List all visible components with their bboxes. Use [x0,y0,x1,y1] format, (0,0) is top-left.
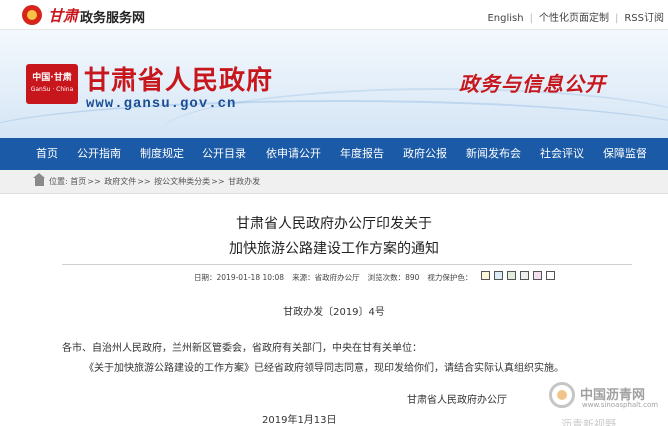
article-meta: 日期：2019-01-18 10:08 来源：省政府办公厅 浏览次数：890 视力保护… [194,272,472,283]
title-divider [62,264,632,265]
english-link[interactable]: English [487,13,523,24]
color-swatch[interactable] [546,271,555,280]
site-banner: 中国·甘肃 GanSu · China 甘肃省人民政府 www.gansu.go… [0,30,668,138]
breadcrumb-by-type[interactable]: 按公文种类分类 [154,177,210,186]
view-count: 浏览次数：890 [367,273,420,282]
watermark: 中国沥青网 www.sinoasphalt.com 沥青新视野 [549,372,668,426]
sign-date: 2019年1月13日 [262,415,337,426]
nav-item-home[interactable]: 首页 [36,138,58,170]
color-swatch[interactable] [533,271,542,280]
home-icon [33,173,45,186]
article-title-line1: 甘肃省人民政府办公厅印发关于 [236,216,432,232]
nav-item-catalog[interactable]: 公开目录 [202,138,246,170]
color-swatch[interactable] [494,271,503,280]
breadcrumb-separator: >> [87,177,101,186]
breadcrumb-home[interactable]: 首页 [70,177,86,186]
gansu-china-logo[interactable]: 中国·甘肃 GanSu · China [26,64,78,104]
color-swatch[interactable] [507,271,516,280]
main-nav: 首页 公开指南 制度规定 公开目录 依申请公开 年度报告 政府公报 新闻发布会 … [0,138,668,170]
site-calligraphy-logo[interactable]: 甘肃 [48,5,78,26]
breadcrumb-trail: 位置: 首页>> 政府文件>> 按公文种类分类>> 甘政办发 [49,176,260,187]
color-swatch[interactable] [520,271,529,280]
rss-link[interactable]: RSS订阅 [624,9,664,24]
breadcrumb-separator: >> [211,177,225,186]
national-emblem-icon [22,5,42,25]
nav-item-supervision[interactable]: 保障监督 [603,138,647,170]
nav-item-application[interactable]: 依申请公开 [266,138,321,170]
eye-protection-label: 视力保护色： [427,273,473,282]
logo-subtext: GanSu · China [30,86,74,93]
article-paragraph: 各市、自治州人民政府，兰州新区管委会，省政府有关部门，中央在甘有关单位： [62,343,422,354]
government-title[interactable]: 甘肃省人民政府 [84,60,273,97]
nav-item-press-conference[interactable]: 新闻发布会 [466,138,521,170]
banner-slogan: 政务与信息公开 [459,72,606,96]
nav-item-guide[interactable]: 公开指南 [77,138,121,170]
nav-item-regulations[interactable]: 制度规定 [140,138,184,170]
color-swatch[interactable] [481,271,490,280]
watermark-tag: 沥青新视野 [561,418,616,426]
nav-item-public-review[interactable]: 社会评议 [540,138,584,170]
breadcrumb: 位置: 首页>> 政府文件>> 按公文种类分类>> 甘政办发 [0,170,668,194]
breadcrumb-current[interactable]: 甘政办发 [228,177,260,186]
site-url: www.gansu.gov.cn [86,96,237,112]
top-utility-bar: 甘肃 政务服务网 English | 个性化页面定制 | RSS订阅 [0,0,668,30]
breadcrumb-gov-docs[interactable]: 政府文件 [104,177,136,186]
logo-text: 中国·甘肃 [32,73,72,83]
article-source: 来源：省政府办公厅 [292,273,360,282]
link-separator: | [614,13,619,24]
watermark-site: www.sinoasphalt.com [582,401,659,409]
nav-item-annual-report[interactable]: 年度报告 [340,138,384,170]
site-name-link[interactable]: 政务服务网 [80,7,145,26]
breadcrumb-label: 位置: [49,177,68,186]
breadcrumb-separator: >> [137,177,151,186]
watermark-logo-icon [549,382,575,408]
article-title-line2: 加快旅游公路建设工作方案的通知 [229,241,439,257]
eye-protection-swatches [481,271,559,281]
publish-date: 日期：2019-01-18 10:08 [194,273,285,282]
document-number: 甘政办发〔2019〕4号 [283,307,385,318]
top-links: English | 个性化页面定制 | RSS订阅 [487,9,664,24]
customize-page-link[interactable]: 个性化页面定制 [539,9,609,24]
link-separator: | [529,13,533,24]
article-paragraph: 《关于加快旅游公路建设的工作方案》已经省政府领导同志同意，现印发给你们，请结合实… [84,363,564,374]
nav-item-gazette[interactable]: 政府公报 [403,138,447,170]
signature: 甘肃省人民政府办公厅 [407,395,507,406]
